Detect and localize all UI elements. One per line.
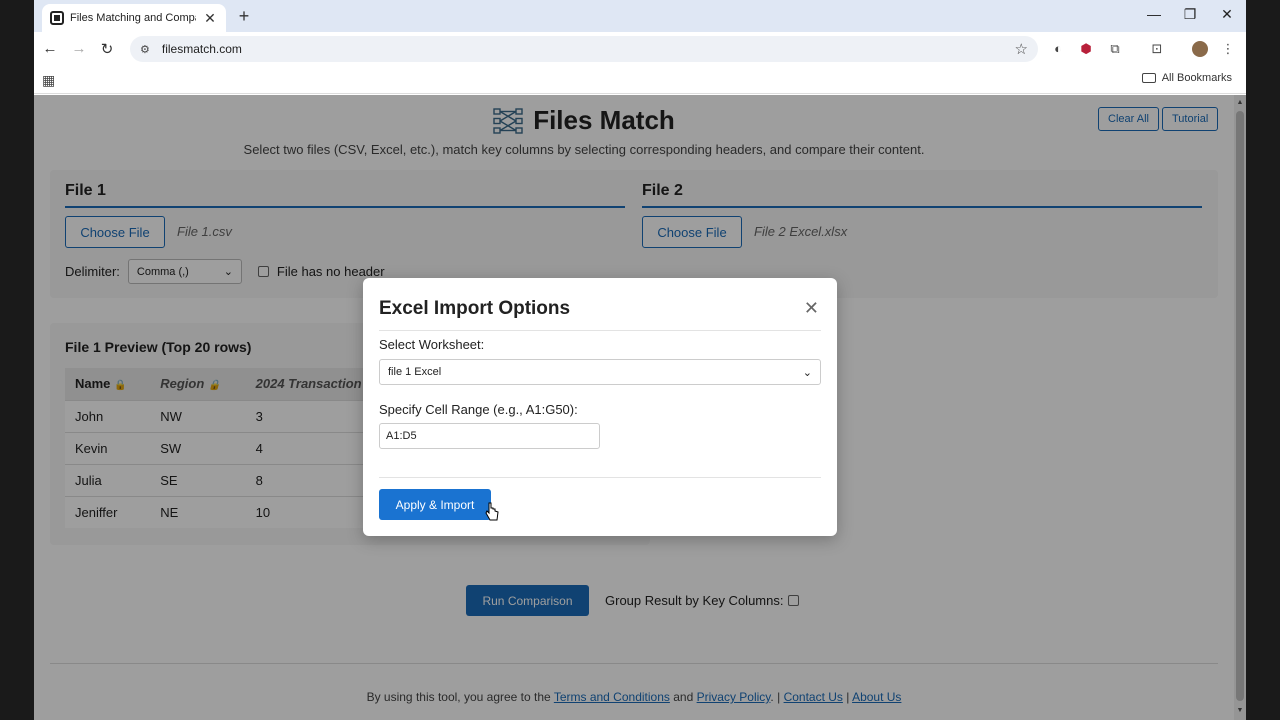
- browser-toolbar: ← → ↻ ⚙ filesmatch.com ☆ ◐ ⬢ ⧉ ⊡ ⋮: [34, 32, 1246, 66]
- back-icon[interactable]: ←: [40, 40, 60, 57]
- reload-icon[interactable]: ↻: [97, 40, 117, 58]
- apply-import-button[interactable]: Apply & Import: [379, 489, 491, 520]
- hand-cursor-icon: [485, 502, 499, 521]
- site-info-icon[interactable]: ⚙: [140, 43, 150, 56]
- modal-divider: [379, 477, 821, 478]
- new-tab-icon[interactable]: +: [234, 6, 254, 27]
- worksheet-value: file 1 Excel: [388, 366, 442, 378]
- all-bookmarks-button[interactable]: All Bookmarks: [1141, 72, 1232, 84]
- address-bar[interactable]: ⚙ filesmatch.com ☆: [130, 36, 1038, 62]
- modal-divider: [379, 330, 821, 331]
- worksheet-label: Select Worksheet:: [379, 337, 485, 352]
- bookmark-star-icon[interactable]: ☆: [1015, 40, 1028, 58]
- chevron-down-icon: ⌄: [802, 366, 812, 379]
- site-favicon-icon: [50, 11, 64, 25]
- close-tab-icon[interactable]: ✕: [202, 10, 218, 27]
- worksheet-select[interactable]: file 1 Excel ⌄: [379, 359, 821, 385]
- folder-icon: [1141, 73, 1156, 83]
- tab-bar: Files Matching and Comparison ✕ + — ❐ ✕: [34, 0, 1246, 32]
- minimize-icon[interactable]: —: [1144, 6, 1164, 22]
- modal-title: Excel Import Options: [379, 298, 571, 319]
- tab-search-icon[interactable]: ⊡: [1149, 41, 1165, 57]
- forward-icon[interactable]: →: [69, 40, 89, 57]
- profile-avatar-icon[interactable]: [1192, 41, 1208, 57]
- url-text: filesmatch.com: [161, 42, 242, 56]
- tab-title: Files Matching and Comparison: [70, 12, 196, 24]
- extension-security-icon[interactable]: ⬢: [1078, 41, 1094, 57]
- close-window-icon[interactable]: ✕: [1217, 6, 1237, 23]
- apps-grid-icon[interactable]: ▦: [42, 72, 55, 89]
- extension-shield-icon[interactable]: ◐: [1050, 41, 1066, 57]
- menu-kebab-icon[interactable]: ⋮: [1220, 41, 1236, 57]
- restore-icon[interactable]: ❐: [1180, 6, 1200, 23]
- close-icon[interactable]: ✕: [804, 298, 819, 319]
- all-bookmarks-label: All Bookmarks: [1161, 72, 1232, 84]
- range-label: Specify Cell Range (e.g., A1:G50):: [379, 402, 578, 417]
- extensions-puzzle-icon[interactable]: ⧉: [1107, 41, 1123, 57]
- excel-import-modal: Excel Import Options ✕ Select Worksheet:…: [363, 278, 837, 536]
- bookmarks-bar: ▦ All Bookmarks: [34, 66, 1246, 94]
- browser-tab[interactable]: Files Matching and Comparison ✕: [42, 4, 226, 32]
- cell-range-input[interactable]: [379, 423, 600, 449]
